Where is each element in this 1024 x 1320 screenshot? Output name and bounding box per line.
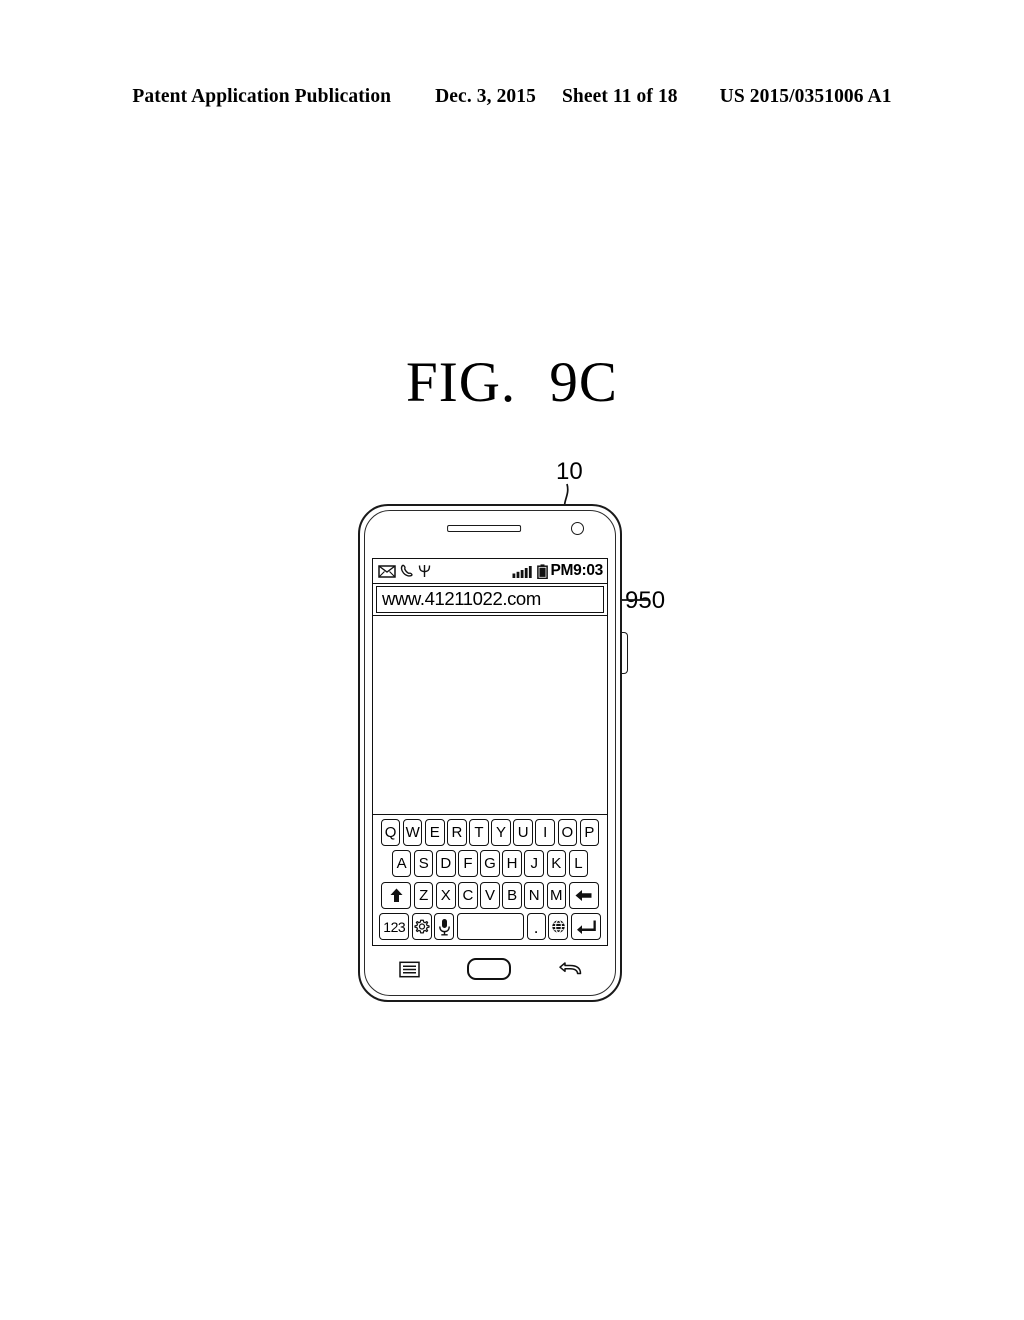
key-language[interactable]	[548, 913, 569, 940]
key-r[interactable]: R	[447, 818, 467, 846]
status-bar-left-icons	[378, 564, 431, 578]
key-space[interactable]	[457, 913, 524, 940]
gear-icon	[414, 919, 430, 935]
key-d[interactable]: D	[436, 850, 456, 877]
key-x[interactable]: X	[436, 881, 456, 909]
back-arrow-icon	[558, 962, 582, 976]
key-p[interactable]: P	[579, 818, 600, 846]
key-o[interactable]: O	[557, 818, 578, 846]
key-m[interactable]: M	[546, 881, 567, 909]
phone-handset-icon	[400, 564, 414, 578]
key-a[interactable]: A	[391, 850, 412, 877]
figure-title: FIG. 9C	[0, 350, 1024, 415]
key-backspace[interactable]	[568, 881, 599, 909]
device-screen: PM9:03 www.41211022.com Q W E R T Y U I …	[372, 558, 608, 946]
hardware-button-bar	[372, 952, 608, 986]
status-bar: PM9:03	[373, 559, 607, 584]
key-c[interactable]: C	[458, 881, 478, 909]
keyboard-row-2: A S D F G H J K L	[376, 850, 604, 877]
key-shift[interactable]	[381, 881, 412, 909]
key-w[interactable]: W	[402, 818, 423, 846]
key-h[interactable]: H	[502, 850, 522, 877]
reference-numeral-url-bar: 950	[625, 587, 666, 614]
key-s[interactable]: S	[413, 850, 434, 877]
keyboard-row-4: 123 .	[376, 913, 604, 940]
key-settings[interactable]	[411, 913, 432, 940]
status-bar-right-icons: PM9:03	[512, 563, 603, 580]
reference-numeral-device: 10	[556, 458, 583, 485]
url-text: www.41211022.com	[382, 588, 541, 610]
patent-number: US 2015/0351006 A1	[719, 86, 892, 107]
key-b[interactable]: B	[502, 881, 522, 909]
menu-icon	[398, 961, 420, 978]
earpiece-speaker	[447, 525, 522, 532]
shift-up-arrow-icon	[388, 887, 405, 904]
key-enter[interactable]	[570, 913, 601, 940]
key-y[interactable]: Y	[491, 818, 511, 846]
key-j[interactable]: J	[524, 850, 544, 877]
key-g[interactable]: G	[480, 850, 500, 877]
key-i[interactable]: I	[535, 818, 555, 846]
key-n[interactable]: N	[524, 881, 544, 909]
key-l[interactable]: L	[568, 850, 589, 877]
enter-return-icon	[576, 919, 596, 935]
key-period[interactable]: .	[526, 913, 546, 940]
front-camera-icon	[571, 522, 584, 535]
back-button[interactable]	[558, 960, 582, 978]
keyboard-row-3: Z X C V B N M	[376, 881, 604, 909]
key-u[interactable]: U	[513, 818, 533, 846]
on-screen-keyboard: Q W E R T Y U I O P A S D F G H J K L Z …	[373, 813, 607, 946]
patent-header: Patent Application Publication Dec. 3, 2…	[0, 86, 1024, 108]
keyboard-row-1: Q W E R T Y U I O P	[376, 818, 604, 846]
key-numbers[interactable]: 123	[379, 913, 410, 940]
key-voice-input[interactable]	[434, 913, 455, 940]
url-bar-container: www.41211022.com	[373, 584, 607, 615]
battery-icon	[536, 563, 548, 579]
menu-button[interactable]	[398, 960, 420, 978]
key-f[interactable]: F	[458, 850, 478, 877]
key-z[interactable]: Z	[413, 881, 434, 909]
sheet-number: Sheet 11 of 18	[561, 86, 678, 107]
key-k[interactable]: K	[546, 850, 567, 877]
status-clock: PM9:03	[550, 561, 604, 579]
power-button[interactable]	[622, 632, 628, 674]
antenna-icon	[418, 564, 431, 578]
publication-label: Patent Application Publication	[132, 86, 392, 107]
home-button[interactable]	[467, 958, 511, 980]
key-v[interactable]: V	[480, 881, 500, 909]
key-q[interactable]: Q	[380, 818, 401, 846]
figure-label: FIG.	[406, 351, 517, 414]
mobile-device: PM9:03 www.41211022.com Q W E R T Y U I …	[358, 504, 628, 1002]
key-e[interactable]: E	[425, 818, 445, 846]
figure-number: 9C	[549, 351, 618, 414]
signal-bars-icon	[512, 565, 534, 578]
microphone-icon	[438, 918, 451, 936]
globe-icon	[551, 919, 566, 934]
web-content-area[interactable]	[373, 615, 607, 814]
publication-date: Dec. 3, 2015	[435, 86, 536, 107]
key-t[interactable]: T	[469, 818, 489, 846]
url-input[interactable]: www.41211022.com	[376, 586, 604, 613]
envelope-icon	[378, 564, 396, 578]
backspace-left-arrow-icon	[574, 888, 593, 903]
